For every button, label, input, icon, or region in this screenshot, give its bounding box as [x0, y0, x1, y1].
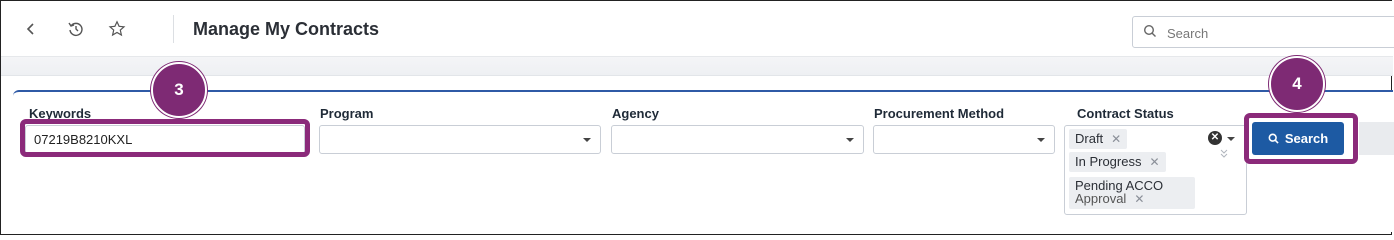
chip-label: Draft — [1075, 131, 1104, 146]
keywords-input[interactable]: 07219B8210KXL — [25, 125, 305, 154]
agency-select[interactable] — [611, 125, 864, 154]
procurement-method-label: Procurement Method — [874, 106, 1005, 121]
contract-status-label: Contract Status — [1077, 106, 1174, 121]
history-icon[interactable] — [64, 17, 88, 41]
clear-all-icon[interactable]: ✕ — [1208, 131, 1222, 145]
status-chip-in-progress: In Progress ✕ — [1069, 152, 1166, 172]
search-button[interactable]: Search — [1252, 122, 1344, 155]
caret-down-icon — [1037, 138, 1045, 142]
header-divider — [173, 15, 174, 43]
status-chip-pending-acco-approval: Pending ACCO Approval ✕ — [1069, 177, 1195, 209]
top-bar: Manage My Contracts — [1, 1, 1394, 57]
search-icon — [1268, 133, 1279, 144]
caret-down-icon[interactable] — [1227, 137, 1235, 141]
step-callout-3: 3 — [151, 62, 207, 118]
chevron-left-icon[interactable] — [19, 17, 43, 41]
chip-label-line2: Approval — [1075, 191, 1127, 206]
procurement-method-select[interactable] — [873, 125, 1055, 154]
agency-label: Agency — [612, 106, 659, 121]
caret-down-icon — [583, 138, 591, 142]
chip-label: In Progress — [1075, 154, 1142, 169]
page-title: Manage My Contracts — [193, 19, 380, 39]
chip-remove-icon[interactable]: ✕ — [1111, 132, 1121, 146]
chip-remove-icon[interactable]: ✕ — [1149, 155, 1159, 169]
chip-remove-icon[interactable]: ✕ — [1134, 192, 1144, 206]
search-icon — [1143, 24, 1159, 40]
step-callout-4: 4 — [1269, 56, 1325, 112]
status-chip-draft: Draft ✕ — [1069, 129, 1128, 149]
program-label: Program — [320, 106, 374, 121]
app-frame: Manage My Contracts Keywords 07219B8210K… — [0, 0, 1394, 235]
program-select[interactable] — [319, 125, 601, 154]
button-bar-background — [1359, 122, 1394, 155]
header-band — [1, 57, 1393, 76]
keywords-label: Keywords — [29, 106, 92, 121]
double-chevron-down-icon — [1220, 149, 1228, 161]
search-button-label: Search — [1284, 131, 1329, 146]
caret-down-icon — [846, 138, 854, 142]
global-search-input[interactable] — [1165, 21, 1389, 45]
global-search[interactable] — [1132, 16, 1394, 48]
star-icon[interactable] — [105, 17, 129, 41]
